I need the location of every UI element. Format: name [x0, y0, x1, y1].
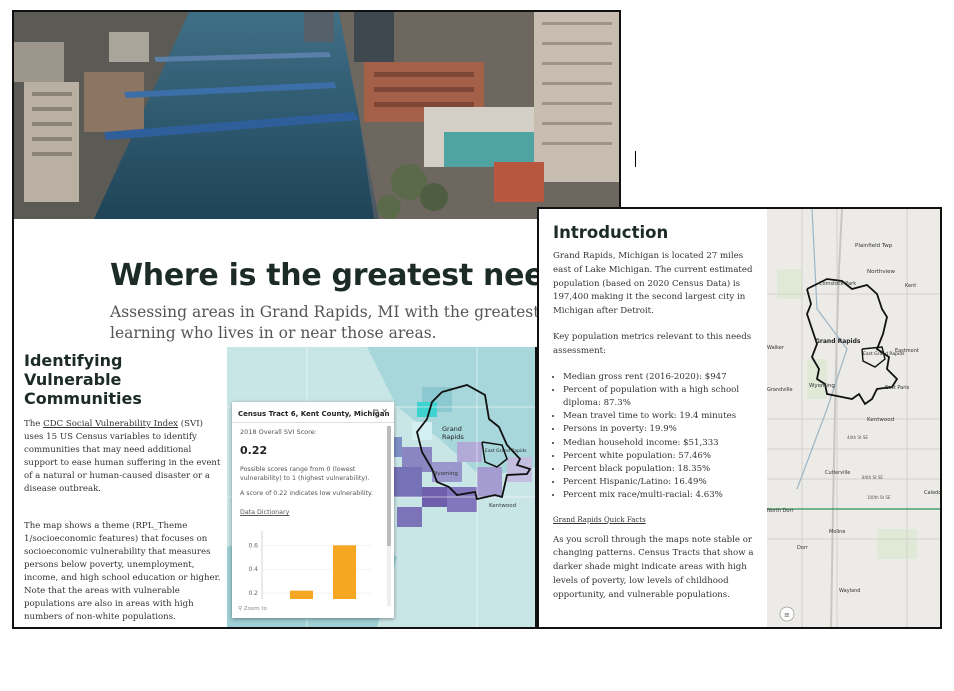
zoom-to-label: Zoom to	[243, 606, 267, 612]
map-label-kentwood: Kentwood	[489, 503, 516, 509]
map-label-rapids: Rapids	[442, 433, 464, 441]
scrollbar-thumb[interactable]	[387, 426, 391, 546]
map-label-east-grand-rapids: East Grand Rapids	[485, 448, 527, 454]
metric-item: Percent of population with a high school…	[563, 384, 763, 410]
section-title: Introduction	[553, 223, 669, 242]
popup-controls: ⧉ ✕	[373, 407, 388, 417]
map-label-moline: Moline	[829, 529, 845, 535]
popup-scrollbar[interactable]	[387, 426, 391, 606]
map-label-wayland: Wayland	[839, 588, 860, 594]
intro-text-column: Introduction Grand Rapids, Michigan is l…	[553, 223, 763, 615]
metric-item: Percent Hispanic/Latino: 16.49%	[563, 476, 763, 489]
chart-y-tick-label: 0.2	[248, 590, 258, 597]
metric-item: Percent black population: 18.35%	[563, 463, 763, 476]
map-label-grandville: Grandville	[767, 387, 793, 393]
metric-item: Median household income: $51,333	[563, 437, 763, 450]
vulnerable-text-column: Identifying Vulnerable Communities The C…	[24, 351, 224, 627]
metric-item: Persons in poverty: 19.9%	[563, 423, 763, 436]
map-label-dorr: Dorr	[797, 545, 809, 551]
svi-score-label: 2018 Overall SVI Score:	[240, 428, 317, 436]
city-river-photo	[14, 12, 619, 219]
section-title: Identifying Vulnerable Communities	[24, 351, 142, 408]
metric-item: Mean travel time to work: 19.4 minutes	[563, 410, 763, 423]
map-label-kent: Kent	[905, 283, 916, 289]
chart-y-tick-label: 0.4	[248, 566, 258, 573]
introduction-section: Introduction Grand Rapids, Michigan is l…	[537, 207, 942, 629]
map-label-44th: 44th St SE	[847, 435, 868, 440]
close-icon[interactable]: ✕	[381, 407, 388, 416]
map-label-north-dorr: North Dorr	[767, 508, 794, 514]
hero-section: Where is the greatest need? Assessing ar…	[12, 10, 621, 350]
map-label-grand-rapids: Grand Rapids	[815, 338, 861, 345]
map-label-grand: Grand	[442, 425, 462, 433]
map-label-cutlerville: Cutlerville	[825, 470, 850, 476]
score-range-text: Possible scores range from 0 (lowest vul…	[240, 466, 370, 482]
metrics-intro: Key population metrics relevant to this …	[553, 331, 752, 356]
map-label-east-paris: East Paris	[885, 385, 910, 391]
metric-item: Percent mix race/multi-racial: 4.63%	[563, 489, 763, 502]
chart-bar[interactable]	[289, 590, 314, 599]
map-label-wyoming: Wyoming	[432, 471, 458, 477]
quick-facts-link[interactable]: Grand Rapids Quick Facts	[553, 516, 763, 524]
intro-paragraph: Grand Rapids, Michigan is located 27 mil…	[553, 251, 753, 317]
cdc-svi-link[interactable]: CDC Social Vulnerability Index	[43, 419, 178, 429]
map-label-kentwood: Kentwood	[867, 417, 894, 423]
page-title: Where is the greatest need?	[110, 258, 583, 293]
map-label-northview: Northview	[867, 269, 896, 275]
grand-rapids-map[interactable]: Plainfield Twp Northview Comstock Park K…	[767, 209, 942, 629]
population-metrics-list: Median gross rent (2016-2020): $947 Perc…	[553, 371, 763, 503]
svi-description: (SVI) uses 15 US Census variables to ide…	[24, 419, 221, 494]
map-label-84th: 84th St SE	[862, 475, 883, 480]
data-dictionary-link[interactable]: Data Dictionary	[240, 509, 289, 516]
vulnerable-communities-section: Identifying Vulnerable Communities The C…	[12, 347, 537, 629]
theme-paragraph: The map shows a theme (RPL_Theme 1/socio…	[24, 521, 221, 622]
chart-bar[interactable]	[332, 545, 357, 599]
zoom-to-button[interactable]: ⚲ Zoom to	[238, 606, 267, 612]
map-label-plainfield: Plainfield Twp	[855, 243, 893, 249]
dock-icon[interactable]: ⧉	[373, 407, 379, 416]
svi-paragraph: The CDC Social Vulnerability Index (SVI)…	[24, 418, 224, 496]
metric-item: Median gross rent (2016-2020): $947	[563, 371, 763, 384]
svi-prefix: The	[24, 419, 44, 429]
text-cursor	[635, 151, 636, 167]
score-interpretation: A score of 0.22 indicates low vulnerabil…	[240, 490, 373, 497]
metric-item: Percent white population: 57.46%	[563, 450, 763, 463]
map-label-comstock: Comstock Park	[819, 281, 856, 287]
map-label-walker: Walker	[767, 345, 785, 351]
svi-score-value: 0.22	[240, 444, 268, 457]
map-label-wyoming: Wyoming	[809, 383, 835, 389]
census-tract-popup[interactable]: Census Tract 6, Kent County, Michigan ⧉ …	[232, 402, 394, 618]
map-label-eastmont: Eastmont	[895, 348, 919, 354]
svi-bar-chart: 0.2 0.4 0.6	[248, 531, 372, 599]
legend-icon[interactable]: ≡	[784, 611, 790, 619]
map-label-caledonia: Caledo	[924, 490, 941, 496]
popup-divider	[232, 422, 394, 423]
map-label-100th: 100th St SE	[867, 495, 891, 500]
chart-y-tick-label: 0.6	[248, 542, 258, 549]
scroll-paragraph: As you scroll through the maps note stab…	[553, 534, 754, 600]
popup-heading: Census Tract 6, Kent County, Michigan	[238, 410, 390, 418]
